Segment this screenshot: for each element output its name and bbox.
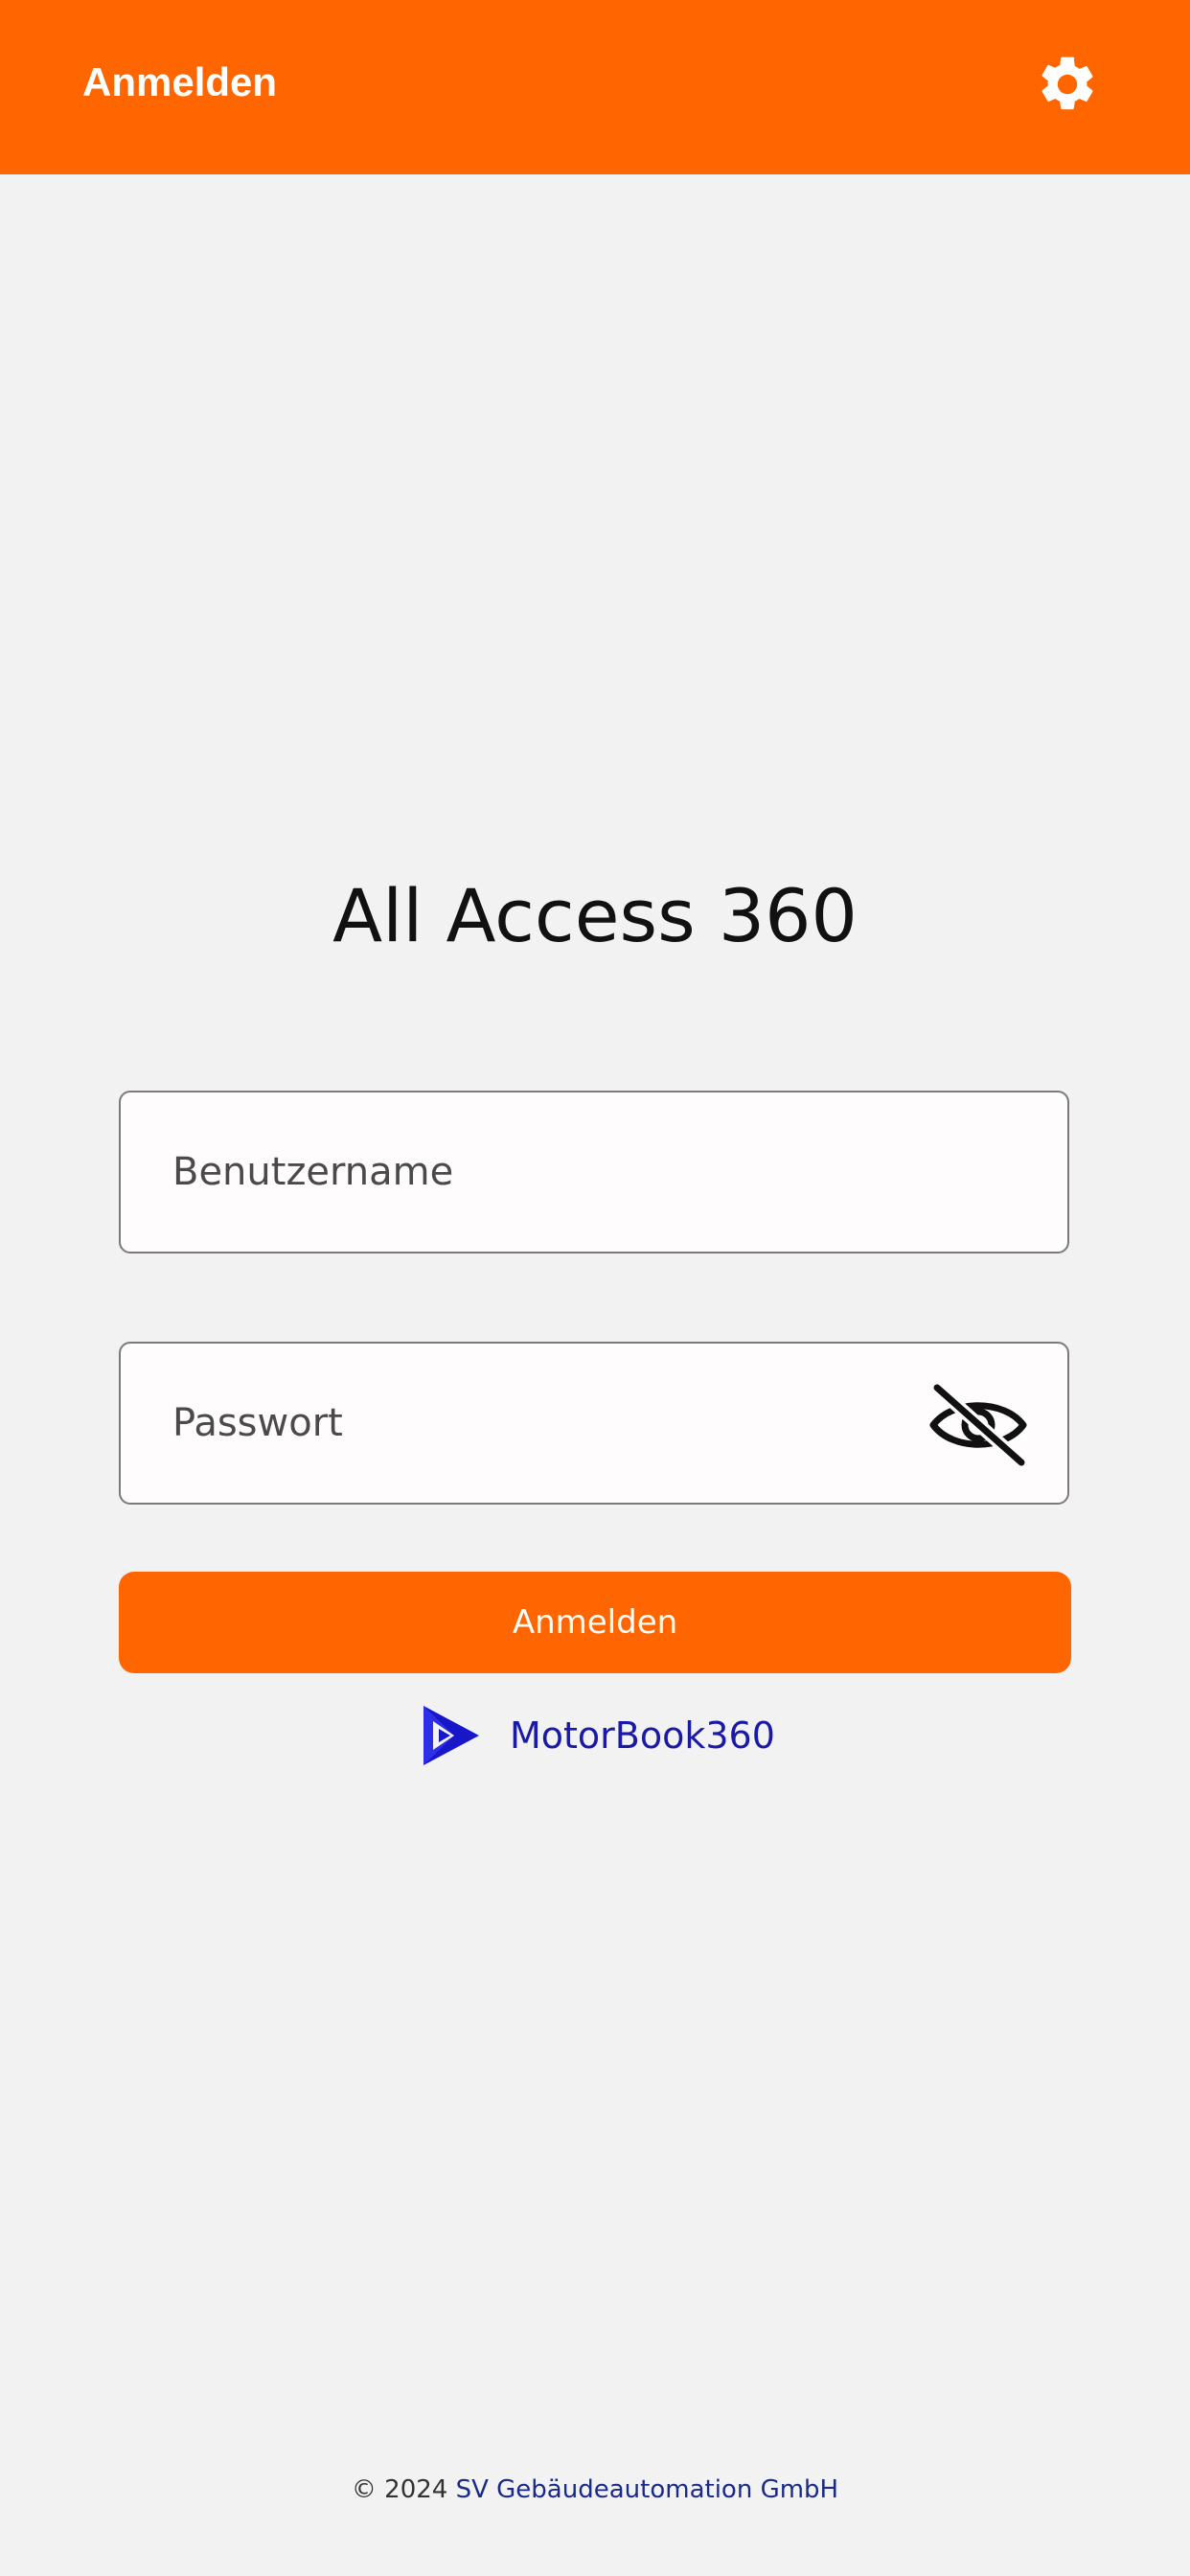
play-store-icon <box>420 1704 481 1767</box>
username-field[interactable] <box>119 1091 1069 1254</box>
password-input[interactable] <box>172 1344 958 1503</box>
eye-off-icon <box>929 1382 1028 1468</box>
motorbook-label: MotorBook360 <box>510 1714 775 1757</box>
company-name: SV Gebäudeautomation GmbH <box>455 2475 839 2504</box>
footer: © 2024 SV Gebäudeautomation GmbH <box>0 2471 1190 2509</box>
app-bar: Anmelden <box>0 0 1190 174</box>
motorbook-link[interactable]: MotorBook360 <box>420 1704 775 1767</box>
password-visibility-toggle[interactable] <box>926 1382 1031 1468</box>
page-title: Anmelden <box>82 59 278 104</box>
gear-icon <box>1041 57 1093 110</box>
app-title: All Access 360 <box>332 873 858 958</box>
login-button[interactable]: Anmelden <box>119 1572 1071 1673</box>
settings-button[interactable] <box>1033 50 1102 119</box>
password-field[interactable] <box>119 1342 1069 1505</box>
copyright-text: © 2024 <box>351 2475 448 2504</box>
username-input[interactable] <box>172 1092 958 1252</box>
